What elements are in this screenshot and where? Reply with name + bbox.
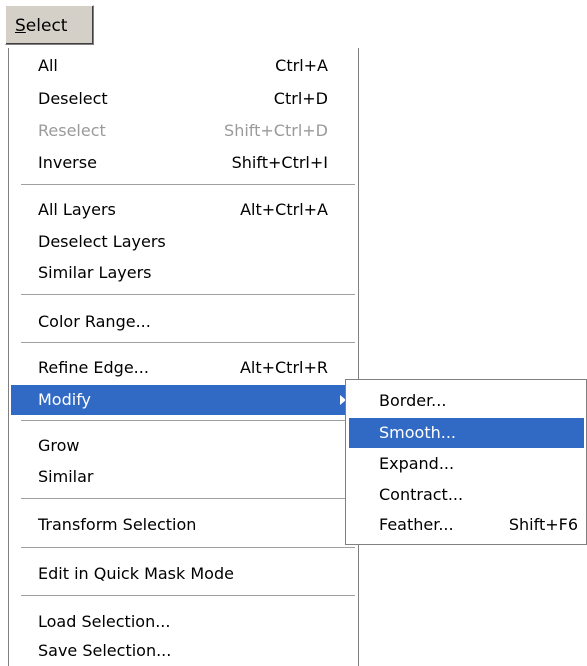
menu-item-label: Similar: [38, 467, 94, 486]
menu-item-label: All: [38, 56, 58, 75]
menu-separator: [21, 184, 355, 186]
select-menu-button[interactable]: Select: [5, 5, 94, 45]
menu-item-similar-layers[interactable]: Similar Layers: [11, 258, 356, 288]
submenu-item-label: Feather...: [379, 515, 454, 534]
menu-item-label: Refine Edge...: [38, 358, 149, 377]
menu-item-save-selection[interactable]: Save Selection...: [11, 636, 356, 666]
menu-item-label: Transform Selection: [38, 515, 197, 534]
menu-item-label: Save Selection...: [38, 641, 172, 660]
submenu-item-smooth[interactable]: Smooth...: [349, 418, 584, 448]
menu-item-label: All Layers: [38, 200, 116, 219]
menu-item-shortcut: Shift+Ctrl+D: [224, 121, 328, 140]
menu-item-shortcut: Ctrl+D: [273, 89, 328, 108]
menu-item-inverse[interactable]: Inverse Shift+Ctrl+I: [11, 148, 356, 178]
submenu-item-label: Expand...: [379, 454, 455, 473]
modify-submenu: Border... Smooth... Expand... Contract..…: [345, 379, 587, 545]
menu-item-color-range[interactable]: Color Range...: [11, 307, 356, 337]
submenu-item-label: Smooth...: [379, 423, 456, 442]
submenu-item-border[interactable]: Border...: [349, 386, 584, 416]
menu-item-label: Grow: [38, 436, 80, 455]
menu-separator: [21, 595, 355, 597]
menu-item-grow[interactable]: Grow: [11, 431, 356, 461]
menu-item-label: Modify: [38, 390, 92, 409]
menu-separator: [21, 294, 355, 296]
menu-item-label: Deselect Layers: [38, 232, 166, 251]
screenshot-page: Select All Ctrl+A Deselect Ctrl+D Resele…: [0, 0, 587, 666]
menu-item-shortcut: Alt+Ctrl+R: [239, 358, 328, 377]
menu-item-similar[interactable]: Similar: [11, 462, 356, 492]
menu-item-label: Color Range...: [38, 312, 151, 331]
menu-item-shortcut: Ctrl+A: [275, 56, 328, 75]
menu-item-label: Deselect: [38, 89, 108, 108]
submenu-item-feather[interactable]: Feather... Shift+F6: [349, 510, 584, 540]
menu-item-label: Similar Layers: [38, 263, 152, 282]
submenu-item-shortcut: Shift+F6: [508, 515, 578, 534]
menu-separator: [21, 342, 355, 344]
menu-item-transform-selection[interactable]: Transform Selection: [11, 510, 356, 540]
select-menu-label: Select: [15, 16, 68, 36]
menu-item-all-layers[interactable]: All Layers Alt+Ctrl+A: [11, 195, 356, 225]
menu-separator: [21, 547, 355, 549]
menu-item-deselect-layers[interactable]: Deselect Layers: [11, 227, 356, 257]
menu-item-all[interactable]: All Ctrl+A: [11, 51, 356, 81]
menu-item-shortcut: Alt+Ctrl+A: [240, 200, 328, 219]
menu-item-refine-edge[interactable]: Refine Edge... Alt+Ctrl+R: [11, 353, 356, 383]
menu-item-label: Edit in Quick Mask Mode: [38, 564, 234, 583]
submenu-item-expand[interactable]: Expand...: [349, 449, 584, 479]
submenu-item-label: Border...: [379, 391, 447, 410]
menu-separator: [21, 420, 355, 422]
menu-item-load-selection[interactable]: Load Selection...: [11, 607, 356, 637]
submenu-item-contract[interactable]: Contract...: [349, 480, 584, 510]
menu-item-modify[interactable]: Modify: [11, 385, 356, 415]
submenu-item-label: Contract...: [379, 485, 464, 504]
select-dropdown-menu: All Ctrl+A Deselect Ctrl+D Reselect Shif…: [8, 48, 359, 666]
menu-item-shortcut: Shift+Ctrl+I: [231, 153, 328, 172]
menu-item-label: Load Selection...: [38, 612, 171, 631]
menu-separator: [21, 498, 355, 500]
menu-item-label: Reselect: [38, 121, 106, 140]
menu-item-label: Inverse: [38, 153, 97, 172]
menu-item-reselect: Reselect Shift+Ctrl+D: [11, 116, 356, 146]
menu-item-edit-quick-mask[interactable]: Edit in Quick Mask Mode: [11, 559, 356, 589]
menu-item-deselect[interactable]: Deselect Ctrl+D: [11, 84, 356, 114]
